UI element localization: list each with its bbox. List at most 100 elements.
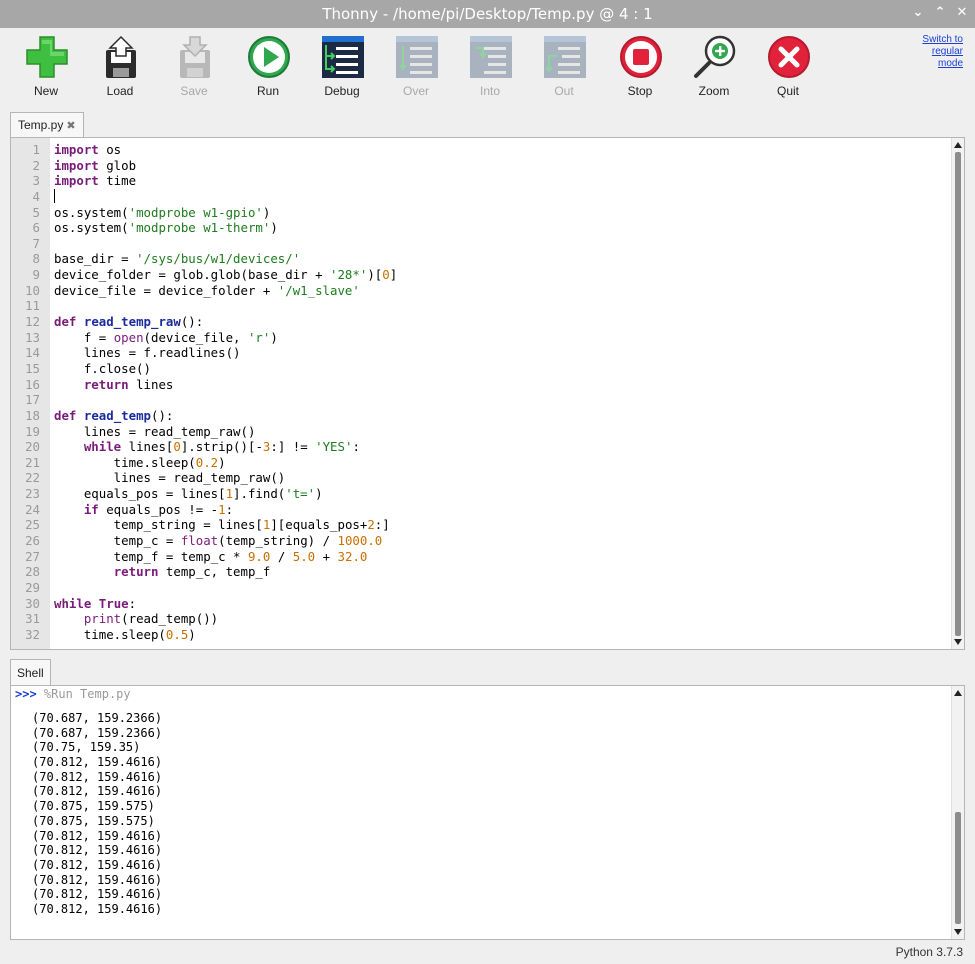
tab-temp-py[interactable]: Temp.py ✖ (10, 112, 84, 138)
switch-to-regular-mode-link[interactable]: Switch to regular mode (903, 34, 963, 70)
editor-scroll-thumb[interactable] (955, 152, 961, 636)
line-number: 32 (25, 626, 40, 642)
line-number: 18 (25, 407, 40, 423)
line-number: 11 (25, 298, 40, 314)
editor-scrollbar[interactable] (951, 138, 964, 649)
step-over-button[interactable]: Over (386, 34, 446, 104)
code-text: def read_temp_raw(): (54, 314, 204, 330)
over-label: Over (402, 84, 429, 98)
shell-tab-row: Shell (0, 658, 975, 686)
shell-panel[interactable]: >>> %Run Temp.py (70.687, 159.2366) (70.6… (10, 685, 965, 940)
line-number: 1 (32, 142, 40, 157)
run-icon (248, 36, 290, 78)
save-label: Save (180, 84, 208, 98)
code-text: lines = read_temp_raw() (54, 470, 286, 486)
step-out-button[interactable]: Out (534, 34, 594, 104)
line-number: 24 (25, 501, 40, 517)
code-text: import os (54, 142, 122, 157)
shell-output-line: (70.812, 159.4616) (32, 769, 163, 784)
zoom-button[interactable]: Zoom (684, 34, 744, 104)
shell-scroll-up-arrow[interactable] (954, 690, 962, 696)
line-number: 10 (25, 282, 40, 298)
new-label: New (33, 84, 58, 98)
save-button[interactable]: Save (164, 34, 224, 104)
window-title: Thonny - /home/pi/Desktop/Temp.py @ 4 : … (322, 5, 653, 23)
close-window-button[interactable]: ✕ (954, 5, 970, 20)
scroll-up-arrow[interactable] (954, 142, 962, 148)
line-number: 3 (32, 173, 40, 189)
code-text (54, 188, 55, 205)
code-text: f.close() (54, 360, 151, 376)
into-label: Into (479, 84, 500, 98)
shell-scrollbar[interactable] (951, 686, 964, 939)
code-editor[interactable]: 1 import os 2 import glob 3 import time 4 5 os.s… (10, 137, 965, 650)
debug-button[interactable]: Debug (312, 34, 372, 104)
shell-prompt-line: >>> %Run Temp.py (15, 687, 131, 701)
line-number: 5 (32, 204, 40, 220)
line-number: 9 (32, 267, 40, 283)
line-number: 27 (25, 548, 40, 564)
status-bar: Python 3.7.3 (0, 940, 975, 964)
step-into-icon (470, 36, 512, 78)
debug-icon (322, 36, 364, 78)
line-number: 8 (32, 251, 40, 267)
title-bar: Thonny - /home/pi/Desktop/Temp.py @ 4 : … (0, 0, 975, 28)
load-icon (106, 35, 136, 78)
load-button[interactable]: Load (90, 34, 150, 104)
line-number: 29 (25, 579, 40, 595)
shell-output-line: (70.812, 159.4616) (32, 887, 163, 902)
code-text: return temp_c, temp_f (113, 564, 271, 580)
code-text: while True: (54, 595, 137, 611)
shell-scroll-down-arrow[interactable] (954, 929, 962, 935)
shell-output-line: (70.812, 159.4616) (32, 843, 163, 858)
shell-output-line: (70.812, 159.4616) (32, 901, 163, 916)
line-number: 6 (32, 220, 40, 236)
code-text: temp_string = lines[1][equals_pos+2:] (54, 517, 390, 533)
line-number: 28 (25, 564, 40, 580)
line-number: 12 (25, 314, 40, 330)
maximize-button[interactable]: ⌃ (932, 5, 948, 20)
line-number: 31 (25, 611, 40, 627)
scroll-down-arrow[interactable] (954, 639, 962, 645)
line-number: 2 (32, 157, 40, 173)
step-into-button[interactable]: Into (460, 34, 520, 104)
new-file-icon (26, 36, 68, 78)
line-number: 16 (25, 376, 40, 392)
code-text: lines = f.readlines() (54, 345, 241, 361)
quit-button[interactable]: Quit (758, 34, 818, 104)
code-text: temp_f = temp_c * 9.0 / 5.0 + 32.0 (54, 548, 368, 564)
minimize-button[interactable]: ⌄ (910, 5, 926, 20)
close-tab-icon[interactable]: ✖ (66, 120, 75, 132)
zoom-label: Zoom (698, 84, 730, 98)
shell-prompt: >>> (15, 687, 37, 701)
stop-button[interactable]: Stop (610, 34, 670, 104)
code-text: if equals_pos != -1: (83, 501, 234, 517)
code-text: time.sleep(0.2) (54, 454, 226, 470)
shell-output-line: (70.875, 159.575) (32, 799, 155, 814)
run-button[interactable]: Run (238, 34, 298, 104)
code-text: import time (54, 173, 137, 189)
code-text: while lines[0].strip()[-3:] != 'YES': (83, 439, 360, 455)
new-button[interactable]: New (16, 34, 76, 104)
shell-output-line: (70.75, 159.35) (32, 740, 141, 755)
code-text: temp_c = float(temp_string) / 1000.0 (54, 533, 383, 549)
code-text: os.system('modprobe w1-therm') (54, 220, 278, 236)
shell-scroll-thumb[interactable] (955, 812, 961, 924)
shell-output-line: (70.687, 159.2366) (32, 711, 163, 725)
toolbar: New Load Save Run Debug Over Into Out St… (0, 28, 975, 110)
editor-tab-row: Temp.py ✖ (0, 110, 975, 138)
shell-output-line: (70.812, 159.4616) (32, 857, 163, 872)
shell-output-line: (70.875, 159.575) (32, 813, 155, 828)
code-text: lines = read_temp_raw() (54, 423, 256, 439)
zoom-icon (694, 35, 736, 78)
shell-output-line: (70.812, 159.4616) (32, 872, 163, 887)
step-out-icon (544, 36, 586, 78)
code-text: print(read_temp()) (83, 611, 219, 627)
tab-shell[interactable]: Shell (10, 659, 51, 686)
line-number: 13 (25, 329, 40, 345)
line-number: 21 (25, 454, 40, 470)
line-number: 30 (25, 595, 40, 611)
step-over-icon (396, 36, 438, 78)
shell-output-line: (70.812, 159.4616) (32, 784, 163, 799)
code-text: return lines (83, 376, 174, 392)
